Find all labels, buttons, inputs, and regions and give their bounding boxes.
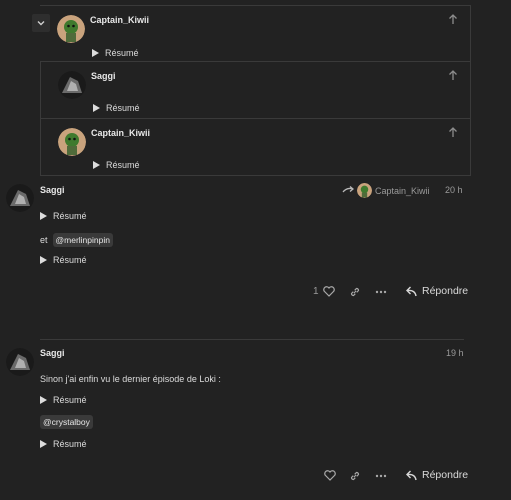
embedded-reply: Saggi Résumé (40, 62, 471, 119)
summary-toggle[interactable]: Résumé (40, 395, 87, 405)
embedded-reply-author[interactable]: Captain_Kiwii (90, 15, 149, 25)
embedded-reply: Captain_Kiwii Résumé (40, 119, 471, 176)
arrow-up-icon[interactable] (448, 69, 458, 83)
mention-link[interactable]: @crystalboy (40, 415, 93, 429)
avatar[interactable] (6, 348, 34, 376)
like-count: 1 (313, 286, 319, 297)
reply-to-link[interactable]: Captain_Kiwii (342, 183, 430, 198)
reply-button[interactable]: Répondre (405, 285, 468, 297)
post-time[interactable]: 20 h (445, 185, 463, 195)
summary-toggle[interactable]: Résumé (40, 255, 87, 265)
triangle-right-icon (40, 396, 47, 404)
summary-toggle[interactable]: Résumé (93, 103, 140, 113)
reply-arrow-icon (406, 286, 417, 296)
like-button[interactable] (324, 470, 336, 481)
heart-icon (322, 286, 335, 297)
summary-toggle[interactable]: Résumé (40, 439, 87, 449)
avatar (357, 183, 372, 198)
reply-to-name: Captain_Kiwii (375, 185, 430, 196)
triangle-right-icon (93, 161, 100, 169)
mention-link[interactable]: @merlinpinpin (52, 233, 113, 247)
arrow-up-icon[interactable] (448, 13, 458, 27)
embedded-reply-author[interactable]: Captain_Kiwii (91, 128, 150, 138)
triangle-right-icon (40, 440, 47, 448)
arrow-up-icon[interactable] (448, 126, 458, 140)
summary-toggle[interactable]: Résumé (93, 160, 140, 170)
link-icon (350, 287, 360, 297)
post-body-line: et @merlinpinpin (40, 233, 113, 247)
like-button[interactable]: 1 (313, 286, 335, 297)
triangle-right-icon (93, 104, 100, 112)
more-actions-button[interactable] (375, 470, 387, 482)
embedded-replies: Captain_Kiwii Résumé Saggi Résumé Captai… (40, 0, 471, 176)
post-author[interactable]: Saggi (40, 348, 65, 358)
triangle-right-icon (40, 256, 47, 264)
reply-button[interactable]: Répondre (405, 469, 468, 481)
avatar (57, 15, 85, 43)
reply-arrow-icon (342, 185, 354, 192)
ellipsis-icon (375, 474, 387, 478)
summary-toggle[interactable]: Résumé (92, 48, 139, 58)
post-body-line: @crystalboy (40, 415, 93, 429)
avatar (58, 71, 86, 99)
copy-link-button[interactable] (349, 286, 361, 298)
ellipsis-icon (375, 290, 387, 294)
reply-arrow-icon (406, 470, 417, 480)
avatar[interactable] (6, 184, 34, 212)
heart-icon (324, 470, 336, 481)
post-divider (40, 339, 464, 340)
triangle-right-icon (40, 212, 47, 220)
copy-link-button[interactable] (349, 470, 361, 482)
post-time[interactable]: 19 h (446, 348, 464, 358)
post-text: Sinon j'ai enfin vu le dernier épisode d… (40, 374, 221, 384)
link-icon (350, 471, 360, 481)
more-actions-button[interactable] (375, 286, 387, 298)
embedded-reply-author[interactable]: Saggi (91, 71, 116, 81)
triangle-right-icon (92, 49, 99, 57)
summary-toggle[interactable]: Résumé (40, 211, 87, 221)
post-author[interactable]: Saggi (40, 185, 65, 195)
embedded-reply: Captain_Kiwii Résumé (40, 5, 471, 62)
avatar (58, 128, 86, 156)
